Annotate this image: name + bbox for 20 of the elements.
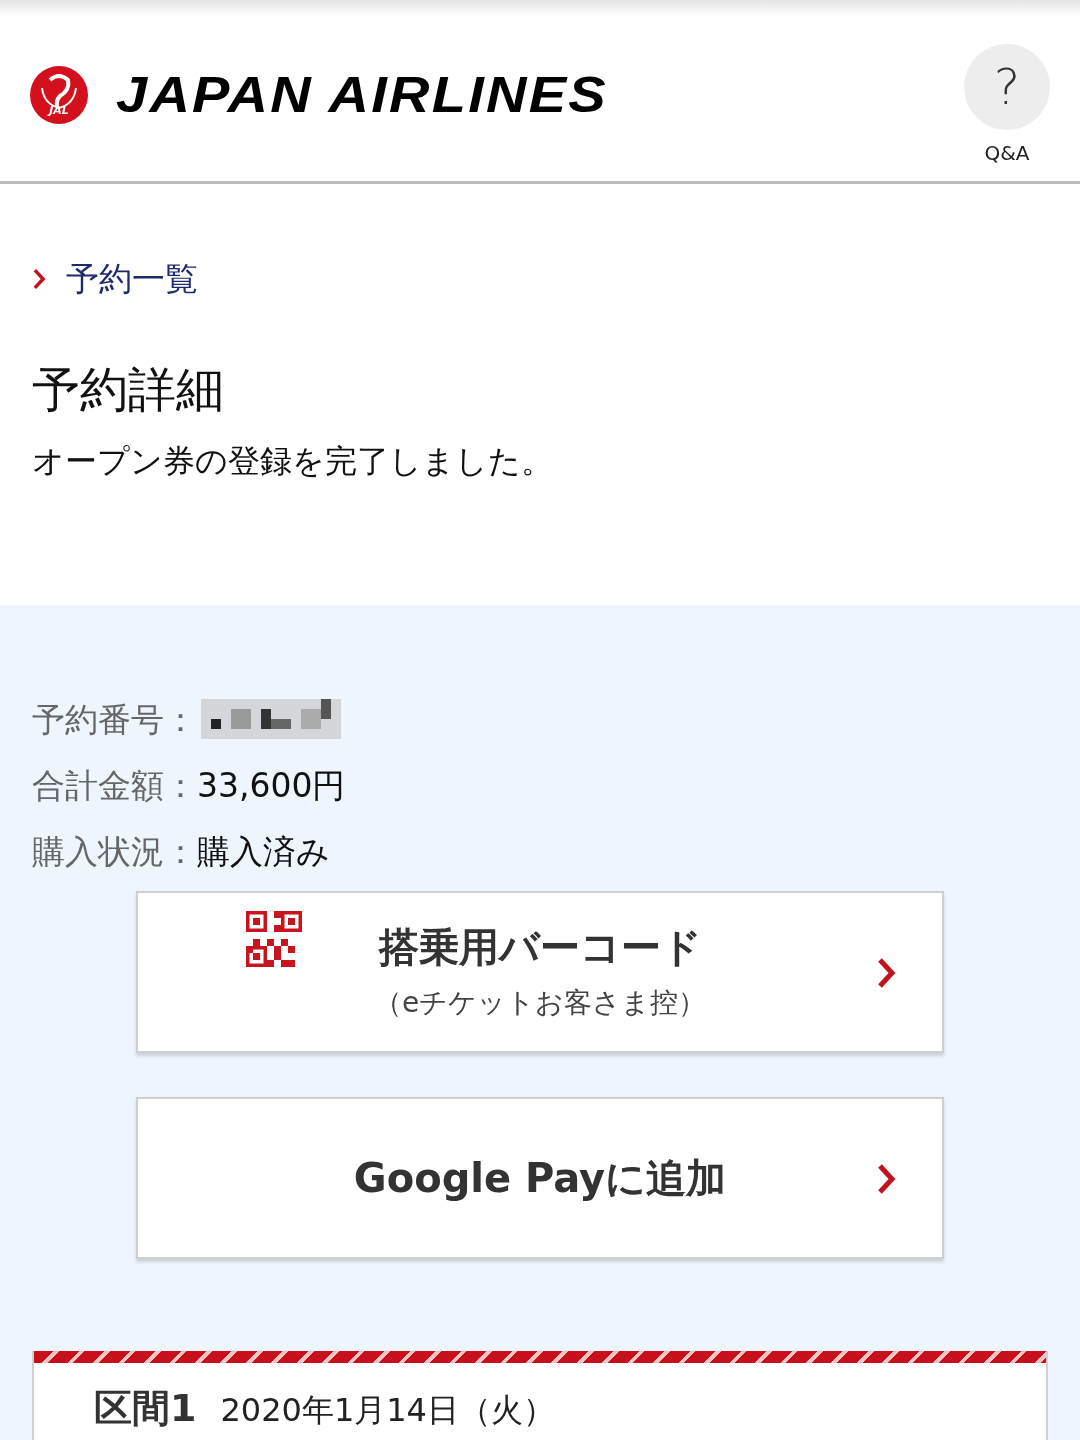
google-pay-button[interactable]: Google Payに追加 <box>136 1097 944 1259</box>
chevron-right-icon <box>876 957 896 989</box>
chevron-right-icon <box>32 267 46 290</box>
summary-label: 合計金額： <box>32 768 197 802</box>
help-label: Q&A <box>984 139 1030 167</box>
help-button[interactable]: ? Q&A <box>964 43 1050 168</box>
summary-value: 購入済み <box>197 834 330 868</box>
page-title: 予約詳細 <box>32 365 225 413</box>
segment-date: 2020年1月14日（火） <box>220 1390 555 1430</box>
status-message: オープン券の登録を完了しました。 <box>32 445 554 477</box>
segment-label: 区間1 <box>94 1385 197 1432</box>
crane-logo-icon <box>30 65 88 124</box>
summary-label: 購入状況： <box>32 834 197 868</box>
summary-label: 予約番号： <box>32 702 197 736</box>
qr-code-icon <box>246 911 302 967</box>
brand-wordmark: JAPAN AIRLINES <box>116 69 608 120</box>
breadcrumb-link[interactable]: 予約一覧 <box>32 262 1048 295</box>
boarding-barcode-button[interactable]: 搭乗用バーコード （eチケットお客さま控） <box>136 891 944 1053</box>
summary-value: 33,600円 <box>197 768 346 802</box>
chevron-right-icon <box>876 1163 896 1195</box>
